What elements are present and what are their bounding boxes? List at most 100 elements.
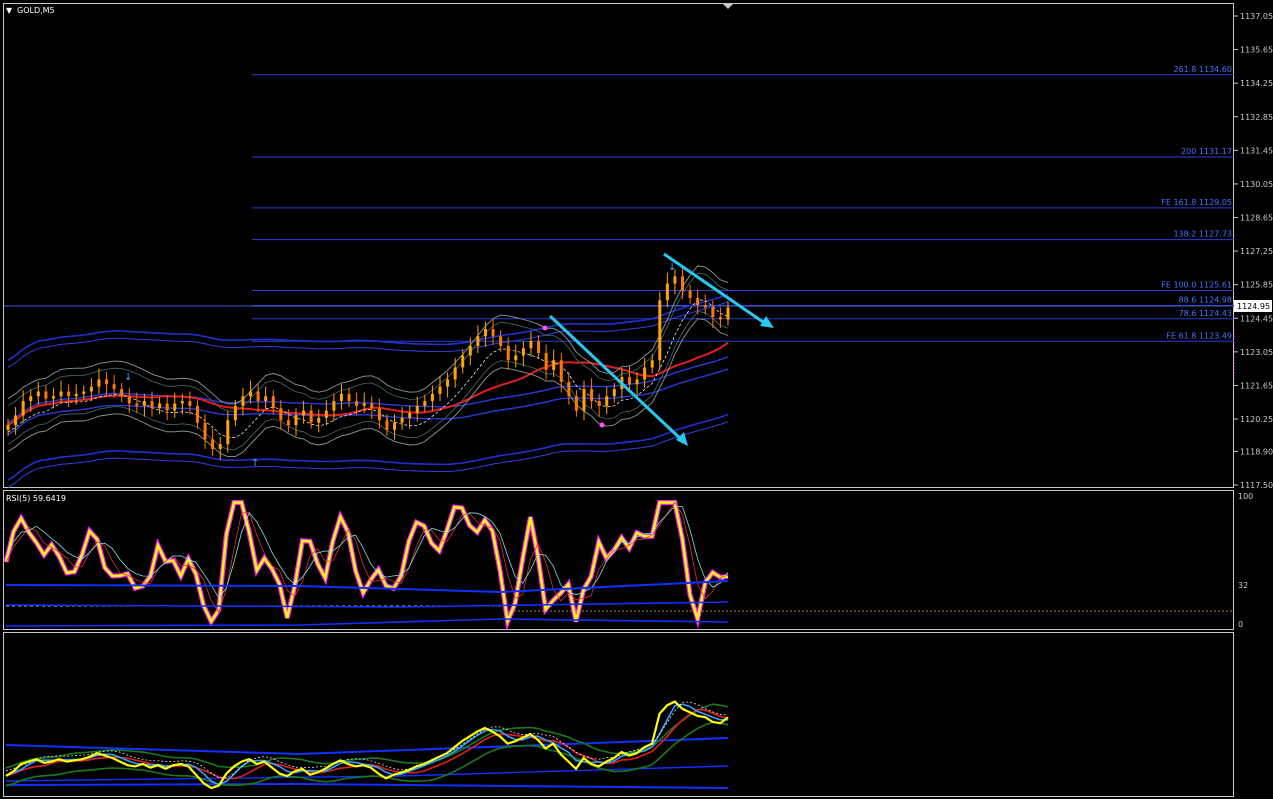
candle-body (36, 391, 40, 397)
rsi-mid-band (5, 601, 729, 608)
fib-label: FE 161.8 1129.05 (1161, 198, 1232, 207)
candle-body (347, 393, 351, 402)
candle-body (249, 391, 253, 397)
up-arrow-icon: ↑ (251, 458, 259, 469)
candle-body (665, 283, 669, 301)
candle-body (506, 345, 510, 361)
candle-body (127, 396, 131, 404)
candle-body (211, 439, 215, 450)
candle-body (89, 386, 93, 392)
candle-body (688, 290, 692, 298)
candle-body (51, 396, 55, 399)
candle-body (650, 360, 654, 368)
fib-label: FE 61.8 1123.49 (1166, 331, 1232, 340)
candle-body (696, 297, 700, 306)
candle-body (135, 403, 139, 406)
candle-body (635, 379, 639, 385)
chart-svg[interactable]: ▼ GOLD,M5 1137.051135.651134.251132.8511… (0, 0, 1273, 799)
candle-body (324, 410, 328, 418)
candle-body (59, 391, 63, 397)
candle-body (286, 420, 290, 426)
candle-body (271, 396, 275, 409)
candle-body (658, 300, 662, 361)
price-tick-label: 1123.05 (1240, 348, 1273, 357)
osc-yellow (5, 700, 729, 790)
candle-body (67, 391, 71, 397)
candle-body (370, 403, 374, 409)
oscillator-lines (5, 700, 729, 790)
current-price-label: 1124.95 (1237, 302, 1270, 311)
candle-body (294, 415, 298, 426)
candle-body (309, 410, 313, 423)
candle-body (718, 317, 722, 320)
candle-body (355, 401, 359, 406)
price-tick-label: 1125.85 (1240, 281, 1273, 290)
candle-body (423, 401, 427, 406)
candle-body (195, 405, 199, 423)
menu-triangle-icon[interactable]: ▼ (6, 6, 13, 15)
price-tick-label: 1120.25 (1240, 415, 1273, 424)
price-tick-label: 1118.90 (1240, 447, 1273, 456)
osc-upper-band (5, 737, 729, 756)
candle-body (567, 381, 571, 397)
fib-label: 88.6 1124.98 (1179, 296, 1232, 305)
candle-body (74, 393, 78, 397)
candle-body (643, 367, 647, 380)
rsi-title: RSI(5) 59.6419 (6, 494, 66, 503)
candle-body (582, 389, 586, 411)
trend-line-2[interactable] (663, 252, 767, 326)
candle-body (681, 276, 685, 291)
candle-body (590, 389, 594, 402)
candle-body (574, 396, 578, 411)
fib-label: 138.2 1127.73 (1173, 230, 1232, 239)
candle-body (408, 413, 412, 418)
rsi-level-100: 100 (1238, 492, 1253, 501)
candle-body (461, 355, 465, 368)
price-tick-label: 1132.85 (1240, 113, 1273, 122)
candle-body (105, 379, 109, 385)
price-tick-label: 1124.45 (1240, 314, 1273, 323)
candle-body (430, 393, 434, 402)
candle-body (529, 341, 533, 349)
candle-body (453, 367, 457, 380)
candle-body (537, 341, 541, 354)
price-tick-label: 1134.25 (1240, 79, 1273, 88)
candle-body (544, 353, 548, 370)
candle-body (233, 405, 237, 421)
candle-body (226, 420, 230, 445)
symbol-title: GOLD,M5 (17, 6, 55, 15)
candle-body (97, 379, 101, 387)
candle-body (476, 336, 480, 346)
rsi-lower-band (5, 618, 729, 627)
candle-body (597, 401, 601, 406)
scroll-marker-icon[interactable] (723, 4, 733, 9)
candle-body (82, 391, 86, 394)
candle-body (21, 401, 25, 416)
candle-body (6, 425, 10, 430)
candle-body (605, 396, 609, 406)
down-arrow-icon: ↓ (668, 262, 676, 273)
candle-body (203, 422, 207, 440)
candle-body (120, 389, 124, 397)
mid-ma-blue (7, 356, 729, 424)
down-arrow-icon: ↓ (124, 372, 132, 383)
fib-label: FE 100.0 1125.61 (1161, 280, 1232, 289)
candle-body (673, 276, 677, 284)
candle-body (552, 360, 556, 370)
fib-label: 78.6 1124.43 (1179, 309, 1232, 318)
candle-body (180, 401, 184, 404)
candle-body (377, 408, 381, 421)
price-bands (7, 265, 729, 488)
candle-body (499, 336, 503, 346)
fibonacci-levels[interactable]: 261.8 1134.60 200 1131.17 FE 161.8 1129.05… (252, 65, 1234, 342)
price-tick-label: 1128.65 (1240, 214, 1273, 223)
candle-body (332, 401, 336, 411)
candle-body (438, 386, 442, 394)
candle-body (302, 410, 306, 416)
upper-envelope-2 (7, 301, 729, 368)
osc-lower-band (5, 782, 729, 789)
candle-body (44, 391, 48, 399)
candle-body (483, 329, 487, 337)
candlesticks (6, 266, 730, 460)
lower-envelope-2 (7, 421, 729, 488)
